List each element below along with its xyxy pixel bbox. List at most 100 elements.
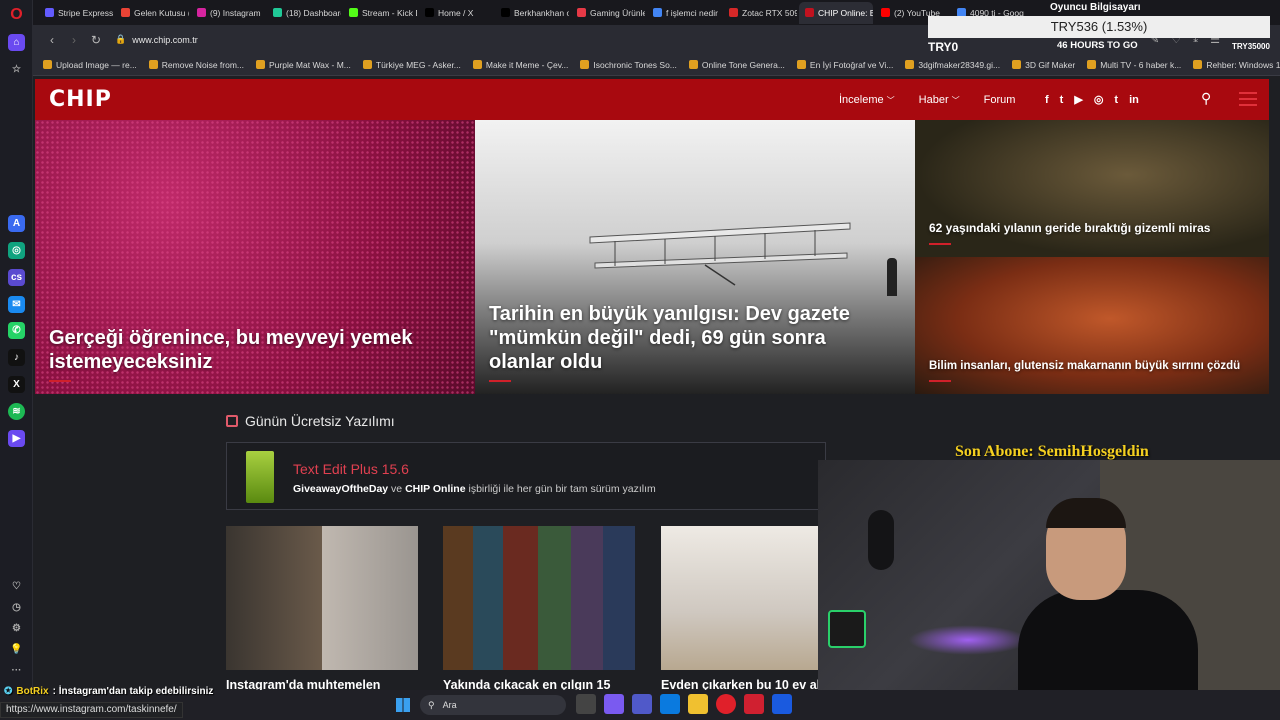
bookmark-item[interactable]: 3D Gif Maker [1012,60,1075,70]
browser-tab[interactable]: Gelen Kutusu ( [115,2,189,24]
bot-badge-icon: ✪ [4,686,13,697]
star-icon[interactable]: ☆ [8,61,25,78]
bookmark-item[interactable]: Multi TV - 6 haber k... [1087,60,1181,70]
app-icon[interactable] [744,694,764,714]
app-icon-2[interactable] [772,694,792,714]
free-software-title[interactable]: Text Edit Plus 15.6 [293,461,409,477]
tab-label: (18) Dashboard [286,7,341,18]
instagram-icon[interactable]: ◎ [1094,93,1104,106]
hero-article-3[interactable]: 62 yaşındaki yılanın geride bıraktığı gi… [915,120,1269,257]
site-nav: İnceleme ﹀ Haber ﹀ Forum [839,79,1015,120]
bookmark-item[interactable]: Rehber: Windows 1... [1193,60,1280,70]
social-links: f t ▶ ◎ t in [1045,79,1139,120]
tab-favicon-icon [273,8,282,17]
url-field[interactable]: 🔒 www.chip.com.tr [115,34,198,45]
cs-icon[interactable]: cs [8,269,25,286]
free-software-card[interactable]: Text Edit Plus 15.6 GiveawayOftheDay ve … [226,442,826,510]
nav-inceleme[interactable]: İnceleme ﹀ [839,94,895,106]
teams-icon[interactable] [632,694,652,714]
hero-4-title: Bilim insanları, glutensiz makarnanın bü… [929,360,1241,373]
twitter-icon[interactable]: t [1060,94,1064,106]
nav-haber[interactable]: Haber ﹀ [919,94,960,106]
bookmark-icon [472,60,482,69]
opera-taskbar-icon[interactable] [716,694,736,714]
bookmark-label: Online Tone Genera... [701,59,785,70]
tiktok-icon[interactable]: ♪ [8,349,25,366]
sub-c: CHIP Online [405,483,466,495]
article-thumb-3[interactable] [661,526,821,670]
x-icon[interactable]: X [8,376,25,393]
browser-tab[interactable]: f işlemci nedir [647,2,721,24]
hamburger-menu-icon[interactable] [1239,92,1257,106]
history-icon[interactable]: ◷ [8,599,25,616]
bookmark-item[interactable]: 3dgifmaker28349.gi... [905,60,1000,70]
bookmark-item[interactable]: Make it Meme - Çev... [472,60,568,70]
webcam-overlay [818,460,1280,720]
bookmark-item[interactable]: Remove Noise from... [148,60,244,70]
settings-gear-icon[interactable]: ⚙ [8,620,25,637]
bookmark-item[interactable]: Online Tone Genera... [688,59,785,70]
browser-tab[interactable]: Berkhankhan o [495,2,569,24]
aria-icon[interactable]: A [8,215,25,232]
chat-text: : İnstagram'dan takip edebilirsiniz [52,686,214,697]
browser-tab[interactable]: Stripe Express [39,2,113,24]
reload-icon[interactable]: ↻ [85,33,107,47]
browser-tab[interactable]: Stream - Kick D [343,2,417,24]
hero-article-1[interactable]: Gerçeği öğrenince, bu meyveyi yemek iste… [35,120,475,394]
taskbar-search[interactable]: ⚲ Ara [420,695,566,715]
tumblr-icon[interactable]: t [1114,94,1118,106]
browser-tab[interactable]: (18) Dashboard [267,2,341,24]
bookmark-icon [796,60,806,69]
edge-icon[interactable] [660,694,680,714]
bookmark-label: Türkiye MEG - Asker... [375,59,461,70]
chip-logo[interactable]: CHIP [49,87,112,112]
bookmark-item[interactable]: Türkiye MEG - Asker... [362,59,461,70]
youtube-icon[interactable]: ▶ [1074,93,1082,106]
browser-tab[interactable]: (9) Instagram [191,2,265,24]
browser-tab[interactable]: Home / X [419,2,493,24]
heart-icon[interactable]: ♡ [8,578,25,595]
opera-logo-icon[interactable]: O [8,6,25,23]
url-text: www.chip.com.tr [132,34,198,45]
back-icon[interactable]: ‹ [41,33,63,47]
article-thumb-1[interactable] [226,526,418,670]
copilot-icon[interactable] [604,694,624,714]
browser-tab[interactable]: Gaming Ürünle [571,2,645,24]
bookmark-label: Upload Image — re... [56,59,137,70]
article-thumb-2[interactable] [443,526,635,670]
bookmark-icon [43,60,52,69]
home-icon[interactable]: ⌂ [8,34,25,51]
hero-3-title: 62 yaşındaki yılanın geride bıraktığı gi… [929,220,1211,235]
player-icon[interactable]: ▶ [8,430,25,447]
tab-label: CHIP Online: Bilişim ve Te [818,7,873,18]
bookmark-item[interactable]: Upload Image — re... [43,60,137,70]
hero-article-2[interactable]: Tarihin en büyük yanılgısı: Dev gazete "… [475,120,915,394]
tab-label: Berkhankhan o [514,7,569,18]
browser-tab[interactable]: CHIP Online: Bilişim ve Te [799,1,873,24]
bookmark-item[interactable]: Isochronic Tones So... [580,60,677,70]
nav-forum[interactable]: Forum [984,94,1016,106]
sub-b: ve [388,483,406,495]
windows-start-icon[interactable] [396,698,410,712]
linkedin-icon[interactable]: in [1129,94,1139,106]
hero-article-4[interactable]: Bilim insanları, glutensiz makarnanın bü… [915,257,1269,394]
goal-title: Oyuncu Bilgisayarı [1050,2,1141,13]
browser-tab[interactable]: Zotac RTX 509 [723,2,797,24]
search-icon: ⚲ [428,699,435,710]
forward-icon[interactable]: › [63,33,85,47]
spotify-icon[interactable]: ≋ [8,403,25,420]
more-icon[interactable]: ··· [8,662,25,679]
hero-1-title: Gerçeği öğrenince, bu meyveyi yemek iste… [49,327,413,373]
chatgpt-icon[interactable]: ◎ [8,242,25,259]
task-view-icon[interactable] [576,694,596,714]
tab-favicon-icon [501,8,510,17]
bookmark-item[interactable]: En İyi Fotoğraf ve Vi... [796,60,893,70]
explorer-icon[interactable] [688,694,708,714]
lightbulb-icon[interactable]: 💡 [8,641,25,658]
messenger-icon[interactable]: ✉ [8,296,25,313]
whatsapp-icon[interactable]: ✆ [8,322,25,339]
search-icon[interactable]: ⚲ [1201,90,1211,107]
bookmark-item[interactable]: Purple Mat Wax - M... [256,60,351,70]
tab-label: Gelen Kutusu ( [134,7,189,18]
facebook-icon[interactable]: f [1045,94,1049,106]
